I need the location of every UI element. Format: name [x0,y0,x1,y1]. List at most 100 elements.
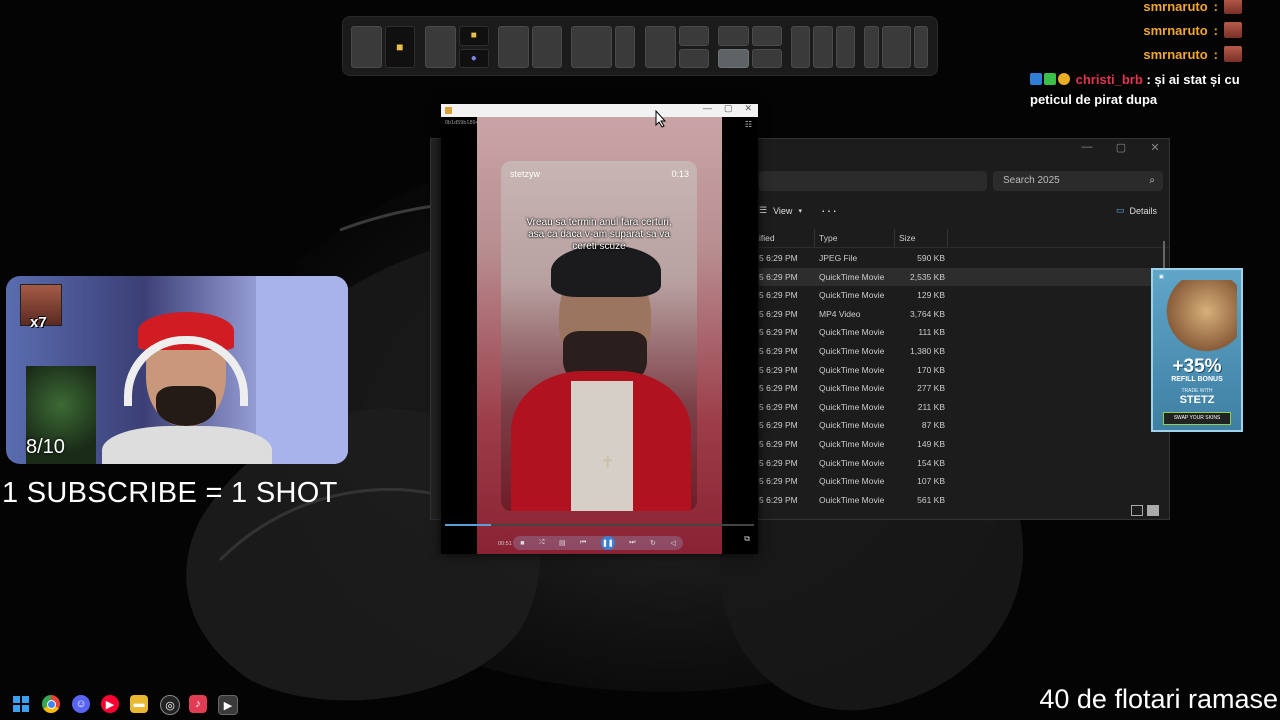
search-placeholder: Search 2025 [1003,175,1060,186]
snap-zone[interactable] [913,26,928,68]
snap-zone[interactable] [835,26,855,68]
column-type[interactable]: Type [819,233,837,243]
file-size: 170 KB [917,364,945,375]
seek-bar[interactable] [445,524,754,526]
snap-zone[interactable] [718,26,749,46]
previous-icon[interactable]: ⏮ [580,539,586,547]
folder-icon: ■ [396,40,404,54]
webcam-overlay: x7 8/10 [6,276,348,464]
pause-button[interactable]: ❚❚ [600,536,615,550]
snap-zone[interactable] [614,26,635,68]
search-input[interactable]: Search 2025 ⌕ [993,171,1163,191]
minimize-icon[interactable]: — [703,103,712,114]
media-player-window[interactable]: — ▢ ✕ 0b1d59b1894f760a6f8a9fa43a5e4e8 ☷ … [441,103,758,554]
file-row[interactable]: 5 6:29 PM QuickTime Movie 154 KB [759,454,1159,473]
details-view-toggle-icon[interactable] [1131,505,1143,516]
view-button[interactable]: ☰ View ▾ [759,205,802,216]
playlist-icon[interactable]: ☷ [745,120,752,129]
close-icon[interactable]: ✕ [744,103,752,114]
video-caption: Vreau sa termin anul fara certuri, asa c… [526,217,672,252]
address-bar[interactable] [759,171,987,191]
close-icon[interactable]: ✕ [1149,141,1161,154]
maximize-icon[interactable]: ▢ [724,103,733,114]
file-row[interactable]: 5 6:29 PM QuickTime Movie 87 KB [759,416,1159,435]
file-row[interactable]: 5 6:29 PM QuickTime Movie 211 KB [759,398,1159,417]
column-date-modified[interactable]: ified [759,233,775,243]
streamer-body [102,426,272,464]
shuffle-icon[interactable]: ⤮ [539,539,545,547]
file-row[interactable]: 5 6:29 PM MP4 Video 3,764 KB [759,305,1159,324]
snap-zone[interactable] [718,48,749,68]
snap-zone[interactable]: ● [458,48,489,68]
stop-icon[interactable]: ■ [520,540,524,547]
file-size: 154 KB [917,457,945,468]
snap-zone[interactable] [531,26,562,68]
snap-zone[interactable] [571,26,612,68]
snap-zone[interactable] [864,26,879,68]
maximize-icon[interactable]: ▢ [1115,141,1127,154]
chat-separator: : [1213,0,1218,14]
snap-zone[interactable] [425,26,456,68]
current-time: 00:51 [498,541,512,547]
snap-zone[interactable] [881,26,911,68]
snap-zone[interactable]: ■ [384,26,415,68]
more-options-button[interactable]: ··· [821,203,838,217]
file-date-modified: 5 6:29 PM [759,308,798,319]
file-row[interactable]: 5 6:29 PM QuickTime Movie 277 KB [759,379,1159,398]
file-type: QuickTime Movie [819,383,885,394]
snap-zone[interactable] [678,26,709,46]
snap-layout-halves[interactable]: ■ [351,26,415,68]
snap-layout-halves-2[interactable] [498,26,562,68]
snap-zone[interactable] [498,26,529,68]
file-row[interactable]: 5 6:29 PM JPEG File 590 KB [759,249,1159,268]
sponsor-ad[interactable]: ▣ +35% REFILL BONUS TRADE WITH STETZ SWA… [1151,268,1243,432]
file-size: 87 KB [921,420,945,431]
file-row[interactable]: 5 6:29 PM QuickTime Movie 170 KB [759,361,1159,380]
column-divider[interactable] [947,229,948,247]
snap-zone[interactable]: ■ [458,26,489,46]
snap-zone[interactable] [751,26,782,46]
ad-cta-button[interactable]: SWAP YOUR SKINS [1163,412,1231,425]
volume-icon[interactable]: ◁ [670,539,675,547]
snap-zone[interactable] [791,26,811,68]
file-date-modified: 5 6:29 PM [759,345,798,356]
snap-layout-one-two[interactable]: ■ ● [425,26,489,68]
file-row[interactable]: 5 6:29 PM QuickTime Movie 1,380 KB [759,342,1159,361]
ad-percent: +35% [1172,356,1222,377]
snap-layout-center[interactable] [864,26,928,68]
file-row[interactable]: 5 6:29 PM QuickTime Movie 107 KB [759,472,1159,491]
snap-layout-thirds[interactable] [791,26,855,68]
snap-layout-main-side[interactable] [645,26,709,68]
snap-zone[interactable] [813,26,833,68]
repeat-icon[interactable]: ↻ [650,539,656,547]
picture-in-picture-icon[interactable]: ⧉ [744,534,750,544]
next-icon[interactable]: ⏭ [629,539,635,547]
view-label: View [773,205,793,216]
snap-zone[interactable] [751,48,782,68]
chapters-icon[interactable]: ▤ [559,539,566,547]
file-type: QuickTime Movie [819,271,885,282]
scrollbar[interactable] [1163,241,1165,271]
snap-layout-two-thirds[interactable] [571,26,635,68]
column-headers: ified Type Size [759,229,1169,248]
file-row[interactable]: 5 6:29 PM QuickTime Movie 2,535 KB [759,267,1159,287]
column-divider[interactable] [894,229,895,247]
file-row[interactable]: 5 6:29 PM QuickTime Movie 561 KB [759,491,1159,503]
tiles-view-toggle-icon[interactable] [1147,505,1159,516]
mouse-cursor-icon [655,110,667,128]
video-frame[interactable]: ✝ stetzyw 0:13 Vreau sa termin anul fara… [477,117,722,554]
minimize-icon[interactable]: — [1081,141,1093,154]
file-row[interactable]: 5 6:29 PM QuickTime Movie 129 KB [759,286,1159,305]
chat-username: smrnaruto [1143,0,1208,14]
snap-layout-quad[interactable] [718,26,782,68]
player-titlebar[interactable]: — ▢ ✕ [441,103,758,117]
snap-zone[interactable] [645,26,676,68]
column-size[interactable]: Size [899,233,916,243]
snap-zone[interactable] [351,26,382,68]
column-divider[interactable] [814,229,815,247]
file-row[interactable]: 5 6:29 PM QuickTime Movie 149 KB [759,435,1159,454]
file-size: 1,380 KB [910,345,945,356]
details-pane-button[interactable]: ▭ Details [1116,205,1157,216]
snap-zone[interactable] [678,48,709,68]
file-row[interactable]: 5 6:29 PM QuickTime Movie 111 KB [759,323,1159,342]
